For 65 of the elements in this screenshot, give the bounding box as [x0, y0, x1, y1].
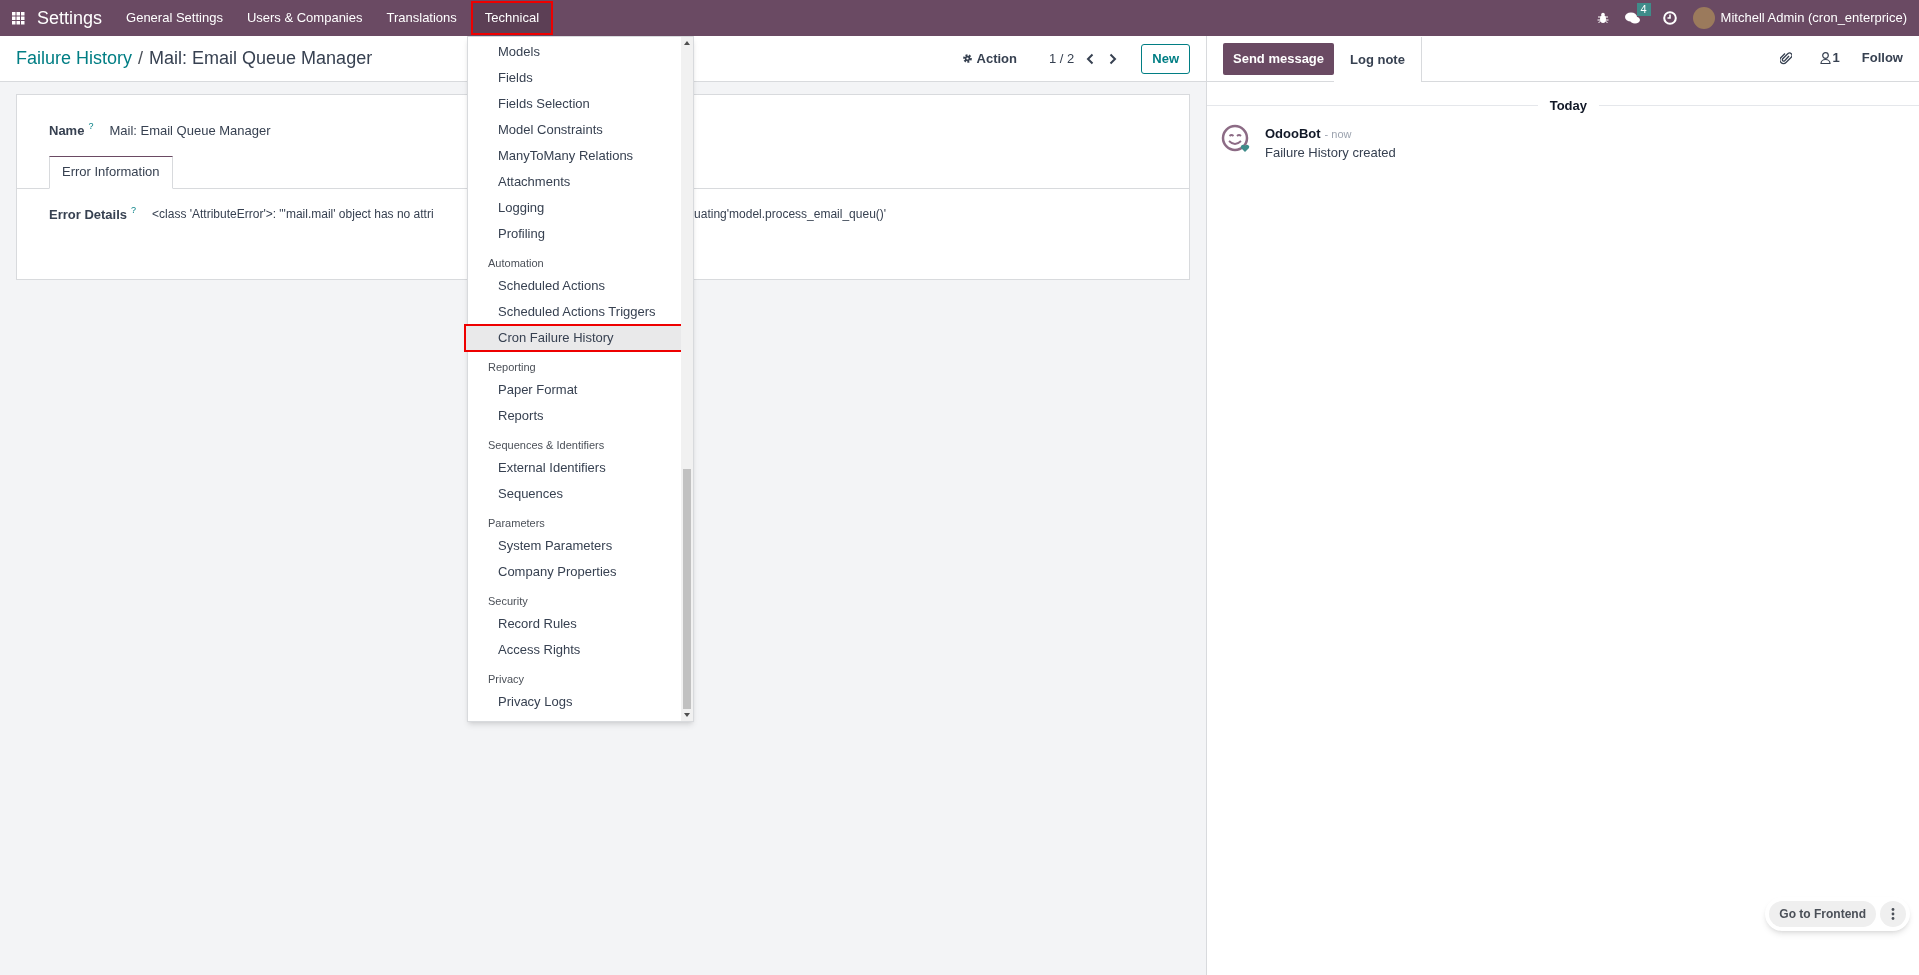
previous-icon[interactable] [1086, 52, 1095, 65]
bug-icon[interactable] [1596, 12, 1609, 24]
chat-bubbles-icon[interactable] [1624, 11, 1641, 25]
breadcrumb-current: Mail: Email Queue Manager [149, 47, 373, 70]
dropdown-menu-item[interactable]: Models [468, 39, 681, 65]
log-note-tab[interactable]: Log note [1334, 37, 1422, 82]
nav-menu-item[interactable]: Technical [472, 3, 552, 33]
menu-section-heading: Privacy [487, 672, 526, 687]
dropdown-menu-item[interactable]: Reports [468, 403, 681, 429]
breadcrumb-link[interactable]: Failure History [16, 45, 133, 72]
next-icon[interactable] [1109, 52, 1118, 65]
message-body: Failure History created [1265, 144, 1396, 162]
paperclip-icon[interactable] [1779, 51, 1792, 65]
dropdown-menu-item[interactable]: Access Rights [468, 637, 681, 663]
dropdown-menu-item[interactable]: Model Constraints [468, 117, 681, 143]
menu-section-heading: Reporting [487, 360, 537, 375]
date-divider-label: Today [1548, 97, 1588, 115]
breadcrumb-separator-icon: / [138, 45, 144, 72]
nav-menu-item[interactable]: General Settings [114, 0, 235, 36]
app-name[interactable]: Settings [37, 4, 103, 32]
nav-menu-item[interactable]: Translations [374, 0, 469, 36]
more-options-button[interactable] [1880, 901, 1906, 927]
bot-avatar-icon [1221, 123, 1251, 154]
error-details-text: uating'model.process_email_queu()' [694, 206, 887, 224]
user-name[interactable]: Mitchell Admin (cron_enterprice) [1720, 8, 1907, 28]
nav-menu-item[interactable]: Users & Companies [234, 0, 375, 36]
field-value: Mail: Email Queue Manager [109, 122, 271, 140]
field-label: Error Details [49, 205, 128, 224]
follow-button[interactable]: Follow [1861, 48, 1903, 68]
field-label: Name [49, 122, 85, 140]
dropdown-menu-item[interactable]: Company Properties [468, 559, 681, 585]
menu-section-heading: Sequences & Identifiers [487, 438, 606, 453]
message-author: OdooBot [1265, 124, 1321, 143]
vertical-dots-icon [1891, 908, 1895, 920]
dropdown-menu-item[interactable]: Sequences [468, 481, 681, 507]
scrollbar-drawing[interactable] [681, 37, 693, 721]
action-button[interactable]: Action [961, 48, 1017, 69]
dropdown-menu-item[interactable]: Paper Format [468, 377, 681, 403]
form-tab[interactable]: Error Information [49, 155, 173, 189]
clock-icon[interactable] [1662, 11, 1677, 25]
followers-button[interactable]: 1 [1819, 48, 1840, 68]
dropdown-menu-item[interactable]: ManyToMany Relations [468, 143, 681, 169]
menu-section-heading: Automation [487, 256, 545, 271]
dropdown-menu-item[interactable]: Fields [468, 65, 681, 91]
gear-icon [961, 53, 973, 64]
dropdown-menu-item[interactable]: Attachments [468, 169, 681, 195]
dropdown-menu-item[interactable]: System Parameters [468, 533, 681, 559]
error-details-text: <class 'AttributeError'>: "'mail.mail' object has no attri [152, 206, 435, 224]
message-count-badge: 4 [1636, 3, 1651, 16]
menu-section-heading: Security [487, 594, 529, 609]
dropdown-menu-item[interactable]: Fields Selection [468, 91, 681, 117]
new-button[interactable]: New [1141, 43, 1190, 74]
send-message-button[interactable]: Send message [1223, 43, 1335, 75]
apps-grid-icon[interactable] [12, 11, 25, 25]
dropdown-menu-item[interactable]: Scheduled Actions Triggers [468, 299, 681, 325]
pager-value: 1 / 2 [1048, 49, 1075, 68]
go-to-frontend-button[interactable]: Go to Frontend [1769, 901, 1876, 927]
message-time: - now [1324, 126, 1352, 142]
dropdown-menu-item[interactable]: Logging [468, 195, 681, 221]
person-icon [1819, 52, 1831, 64]
dropdown-menu-item[interactable]: Profiling [468, 221, 681, 247]
dropdown-menu-item[interactable]: External Identifiers [468, 455, 681, 481]
dropdown-menu-item[interactable]: Privacy Logs [468, 689, 681, 715]
menu-section-heading: Parameters [487, 516, 546, 531]
dropdown-menu-item[interactable]: Record Rules [468, 611, 681, 637]
